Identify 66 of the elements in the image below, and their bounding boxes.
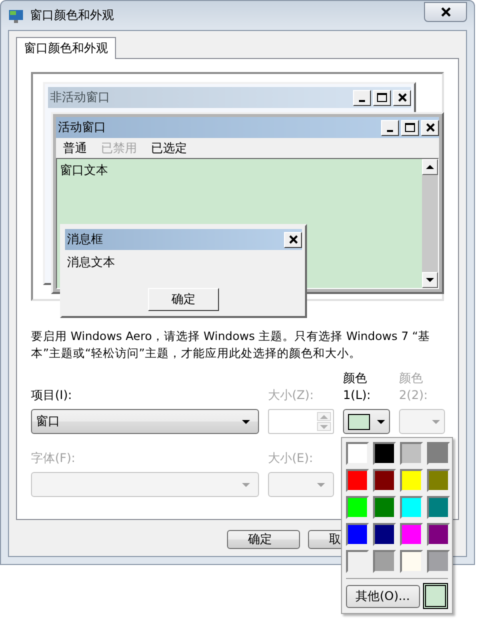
maximize-icon: [405, 123, 415, 132]
down-arrow-icon: [320, 424, 328, 428]
up-arrow-icon: [426, 165, 434, 169]
minimize-icon: [359, 100, 365, 102]
color-swatch[interactable]: [427, 550, 450, 573]
message-text: 消息文本: [66, 254, 115, 271]
color-swatch[interactable]: [400, 442, 423, 465]
window-text: 窗口文本: [59, 162, 109, 179]
ok-button[interactable]: 确定: [148, 288, 219, 311]
monitor-icon: [8, 8, 24, 24]
tab[interactable]: 窗口颜色和外观: [16, 37, 116, 59]
field-label: 项目(I):: [31, 387, 73, 404]
close-icon: [398, 93, 406, 102]
window-caption: 消息框: [67, 231, 104, 248]
close-icon: [288, 235, 298, 244]
close-icon: [426, 123, 434, 132]
color-swatch[interactable]: [427, 442, 450, 465]
minimize-button[interactable]: [381, 120, 399, 136]
caret-icon: [377, 420, 385, 424]
color-swatch[interactable]: [427, 523, 450, 546]
maximize-button[interactable]: [373, 90, 391, 106]
color-swatch[interactable]: [373, 523, 396, 546]
color-swatch[interactable]: [346, 442, 369, 465]
color-swatch[interactable]: [400, 550, 423, 573]
color-swatch[interactable]: [346, 496, 369, 519]
color-swatch[interactable]: [373, 469, 396, 492]
caret-icon: [317, 482, 325, 486]
caret-icon: [432, 420, 440, 424]
caret-icon: [242, 420, 250, 424]
up-arrow-icon: [320, 414, 328, 418]
color-swatch[interactable]: [400, 469, 423, 492]
color-swatch[interactable]: [373, 550, 396, 573]
color-swatch[interactable]: [400, 523, 423, 546]
field-label: 字体(F):: [31, 450, 76, 467]
close-button[interactable]: [424, 2, 467, 22]
color-swatch[interactable]: [346, 523, 369, 546]
minimize-icon: [387, 130, 393, 132]
dialog-button[interactable]: 确定: [227, 530, 300, 549]
field-label: 大小(Z):: [268, 387, 315, 404]
color-picker-button[interactable]: [399, 409, 445, 434]
maximize-button[interactable]: [401, 120, 419, 136]
window-caption: 活动窗口: [58, 119, 107, 136]
description-text: 要启用 Windows Aero，请选择 Windows 主题。只有选择 Windows 7 “基本”主题或“轻松访问”主题，才能应用此处选择的颜色和大小。: [31, 328, 432, 362]
field-label: 颜色 1(L):: [343, 370, 372, 404]
item-dropdown[interactable]: 窗口: [31, 409, 259, 434]
close-icon: [440, 6, 450, 16]
color-swatch[interactable]: [422, 583, 448, 609]
color-swatch[interactable]: [427, 469, 450, 492]
color-swatch[interactable]: [427, 496, 450, 519]
caret-icon: [242, 482, 250, 486]
color-picker-button[interactable]: [343, 409, 390, 434]
other-colors-button[interactable]: 其他(O)...: [346, 584, 420, 608]
scroll-down-button[interactable]: [422, 272, 438, 288]
down-arrow-icon: [426, 278, 434, 282]
color-swatch[interactable]: [373, 442, 396, 465]
menu-item: 已禁用: [101, 140, 137, 156]
maximize-icon: [377, 93, 387, 102]
field-label: 颜色 2(2):: [399, 370, 429, 404]
color-swatch[interactable]: [373, 496, 396, 519]
field-label: 大小(E):: [268, 450, 314, 467]
color-swatch[interactable]: [400, 496, 423, 519]
minimize-button[interactable]: [353, 90, 371, 106]
window-caption: 非活动窗口: [50, 89, 111, 106]
scroll-up-button[interactable]: [422, 159, 438, 175]
color-swatch[interactable]: [346, 469, 369, 492]
window-title: 窗口颜色和外观: [30, 7, 115, 24]
